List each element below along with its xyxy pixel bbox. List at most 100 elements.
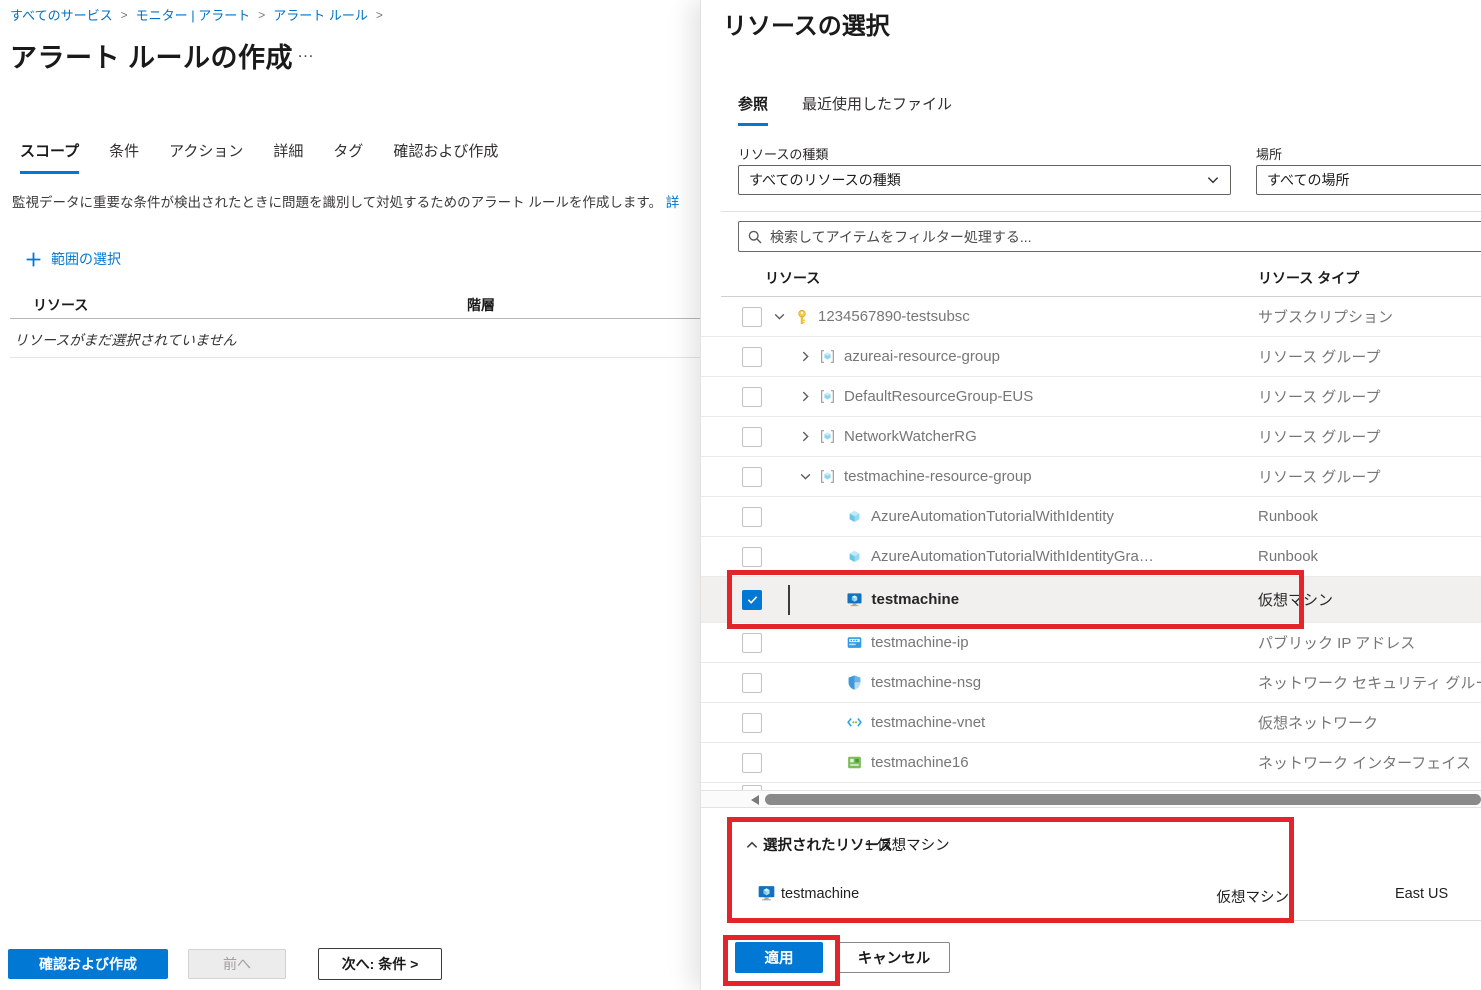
subscription-key-icon bbox=[793, 308, 810, 325]
search-icon bbox=[747, 229, 763, 245]
public-ip-icon bbox=[846, 634, 863, 651]
table-row-virtual-machine-selected[interactable]: testmachine 仮想マシン bbox=[701, 577, 1481, 623]
resource-type: リソース グループ bbox=[1258, 386, 1381, 407]
selected-resource-name: testmachine bbox=[781, 886, 859, 902]
chevron-right-icon[interactable] bbox=[798, 350, 812, 364]
chevron-down-icon[interactable] bbox=[798, 470, 812, 484]
scope-column-hierarchy: 階層 bbox=[467, 295, 495, 315]
tab-recent[interactable]: 最近使用したファイル bbox=[802, 93, 952, 126]
scrollbar-thumb[interactable] bbox=[765, 794, 1481, 805]
table-row-runbook[interactable]: AzureAutomationTutorialWithIdentity Runb… bbox=[701, 497, 1481, 537]
table-row-resource-group[interactable]: DefaultResourceGroup-EUS リソース グループ bbox=[701, 377, 1481, 417]
previous-button[interactable]: 前へ bbox=[188, 949, 286, 979]
resource-group-icon bbox=[819, 388, 836, 405]
resource-name: AzureAutomationTutorialWithIdentityGra… bbox=[871, 548, 1154, 565]
table-row-nic[interactable]: testmachine16 ネットワーク インターフェイス bbox=[701, 743, 1481, 783]
location-label: 場所 bbox=[1256, 144, 1282, 163]
row-checkbox[interactable] bbox=[742, 673, 762, 693]
table-row-vnet[interactable]: testmachine-vnet 仮想ネットワーク bbox=[701, 703, 1481, 743]
virtual-machine-icon bbox=[846, 591, 863, 608]
resource-name: DefaultResourceGroup-EUS bbox=[844, 388, 1033, 405]
vnet-icon bbox=[846, 714, 863, 731]
row-checkbox-checked[interactable] bbox=[742, 590, 762, 610]
table-row-runbook[interactable]: AzureAutomationTutorialWithIdentityGra… … bbox=[701, 537, 1481, 577]
breadcrumb-separator: > bbox=[258, 8, 265, 22]
tab-scope[interactable]: スコープ bbox=[20, 140, 79, 174]
row-checkbox[interactable] bbox=[742, 753, 762, 773]
selected-resource-location: East US bbox=[1395, 886, 1448, 902]
table-row-subscription[interactable]: 1234567890-testsubsc サブスクリプション bbox=[701, 297, 1481, 337]
row-checkbox[interactable] bbox=[742, 347, 762, 367]
more-options-icon[interactable]: … bbox=[297, 42, 316, 62]
horizontal-scrollbar[interactable] bbox=[701, 790, 1481, 808]
location-select[interactable]: すべての場所 bbox=[1256, 165, 1481, 195]
cancel-button[interactable]: キャンセル bbox=[838, 942, 950, 973]
learn-more-link[interactable]: 詳 bbox=[666, 195, 680, 210]
create-alert-rule-page: すべてのサービス > モニター | アラート > アラート ルール > アラート… bbox=[0, 0, 717, 990]
next-condition-button[interactable]: 次へ: 条件 > bbox=[318, 948, 442, 980]
row-checkbox[interactable] bbox=[742, 307, 762, 327]
chevron-down-icon[interactable] bbox=[772, 310, 786, 324]
resource-name: testmachine-resource-group bbox=[844, 468, 1032, 485]
select-scope-button[interactable]: 範囲の選択 bbox=[25, 249, 121, 269]
scope-empty-message: リソースがまだ選択されていません bbox=[14, 330, 236, 350]
table-row-nsg[interactable]: testmachine-nsg ネットワーク セキュリティ グループ bbox=[701, 663, 1481, 703]
selected-resources-count: 1 仮想マシン bbox=[865, 834, 950, 855]
table-row-public-ip[interactable]: testmachine-ip パブリック IP アドレス bbox=[701, 623, 1481, 663]
select-scope-label: 範囲の選択 bbox=[51, 249, 121, 269]
resource-type: リソース グループ bbox=[1258, 466, 1381, 487]
row-checkbox[interactable] bbox=[742, 633, 762, 653]
chevron-up-icon[interactable] bbox=[745, 838, 759, 852]
nsg-icon bbox=[846, 674, 863, 691]
checkmark-icon bbox=[746, 593, 759, 606]
breadcrumb-separator: > bbox=[121, 8, 128, 22]
row-checkbox[interactable] bbox=[742, 387, 762, 407]
breadcrumb-all-services[interactable]: すべてのサービス bbox=[10, 5, 113, 24]
virtual-machine-icon bbox=[757, 884, 776, 908]
tab-tags[interactable]: タグ bbox=[333, 140, 363, 174]
row-checkbox[interactable] bbox=[742, 467, 762, 487]
row-checkbox[interactable] bbox=[742, 507, 762, 527]
resource-type: ネットワーク インターフェイス bbox=[1258, 752, 1471, 773]
tab-details[interactable]: 詳細 bbox=[273, 140, 303, 174]
location-value: すべての場所 bbox=[1267, 170, 1349, 190]
breadcrumb-monitor-alerts[interactable]: モニター | アラート bbox=[136, 5, 251, 24]
resource-name: testmachine-ip bbox=[871, 634, 969, 651]
column-resource: リソース bbox=[765, 268, 820, 288]
scroll-left-arrow-icon[interactable] bbox=[751, 795, 759, 805]
resource-name: AzureAutomationTutorialWithIdentity bbox=[871, 508, 1114, 525]
tab-actions[interactable]: アクション bbox=[169, 140, 243, 174]
search-input[interactable] bbox=[770, 229, 1481, 245]
chevron-down-icon bbox=[1206, 173, 1220, 187]
apply-button[interactable]: 適用 bbox=[735, 942, 823, 973]
resource-group-icon bbox=[819, 468, 836, 485]
tab-condition[interactable]: 条件 bbox=[109, 140, 139, 174]
breadcrumb-alert-rules[interactable]: アラート ルール bbox=[273, 5, 368, 24]
add-icon bbox=[25, 251, 42, 268]
table-row-resource-group[interactable]: testmachine-resource-group リソース グループ bbox=[701, 457, 1481, 497]
search-box bbox=[738, 221, 1481, 252]
text-cursor bbox=[788, 585, 790, 615]
resource-name: NetworkWatcherRG bbox=[844, 428, 977, 445]
table-row-resource-group[interactable]: NetworkWatcherRG リソース グループ bbox=[701, 417, 1481, 457]
resource-type-select[interactable]: すべてのリソースの種類 bbox=[738, 165, 1231, 195]
resource-type: Runbook bbox=[1258, 548, 1318, 565]
nic-icon bbox=[846, 754, 863, 771]
row-checkbox[interactable] bbox=[742, 547, 762, 567]
resource-group-icon bbox=[819, 348, 836, 365]
chevron-right-icon[interactable] bbox=[798, 430, 812, 444]
resource-type: リソース グループ bbox=[1258, 346, 1381, 367]
tab-review-create[interactable]: 確認および作成 bbox=[393, 140, 498, 174]
tab-browse[interactable]: 参照 bbox=[738, 93, 768, 126]
resource-group-icon bbox=[819, 428, 836, 445]
resource-type: サブスクリプション bbox=[1258, 306, 1393, 327]
resource-type: パブリック IP アドレス bbox=[1258, 632, 1415, 653]
review-create-button[interactable]: 確認および作成 bbox=[8, 949, 168, 979]
table-row-resource-group[interactable]: azureai-resource-group リソース グループ bbox=[701, 337, 1481, 377]
panel-tabs: 参照 最近使用したファイル bbox=[738, 93, 952, 126]
chevron-right-icon[interactable] bbox=[798, 390, 812, 404]
row-checkbox[interactable] bbox=[742, 427, 762, 447]
resource-type: 仮想マシン bbox=[1258, 589, 1333, 610]
row-checkbox[interactable] bbox=[742, 713, 762, 733]
divider bbox=[721, 211, 1481, 212]
